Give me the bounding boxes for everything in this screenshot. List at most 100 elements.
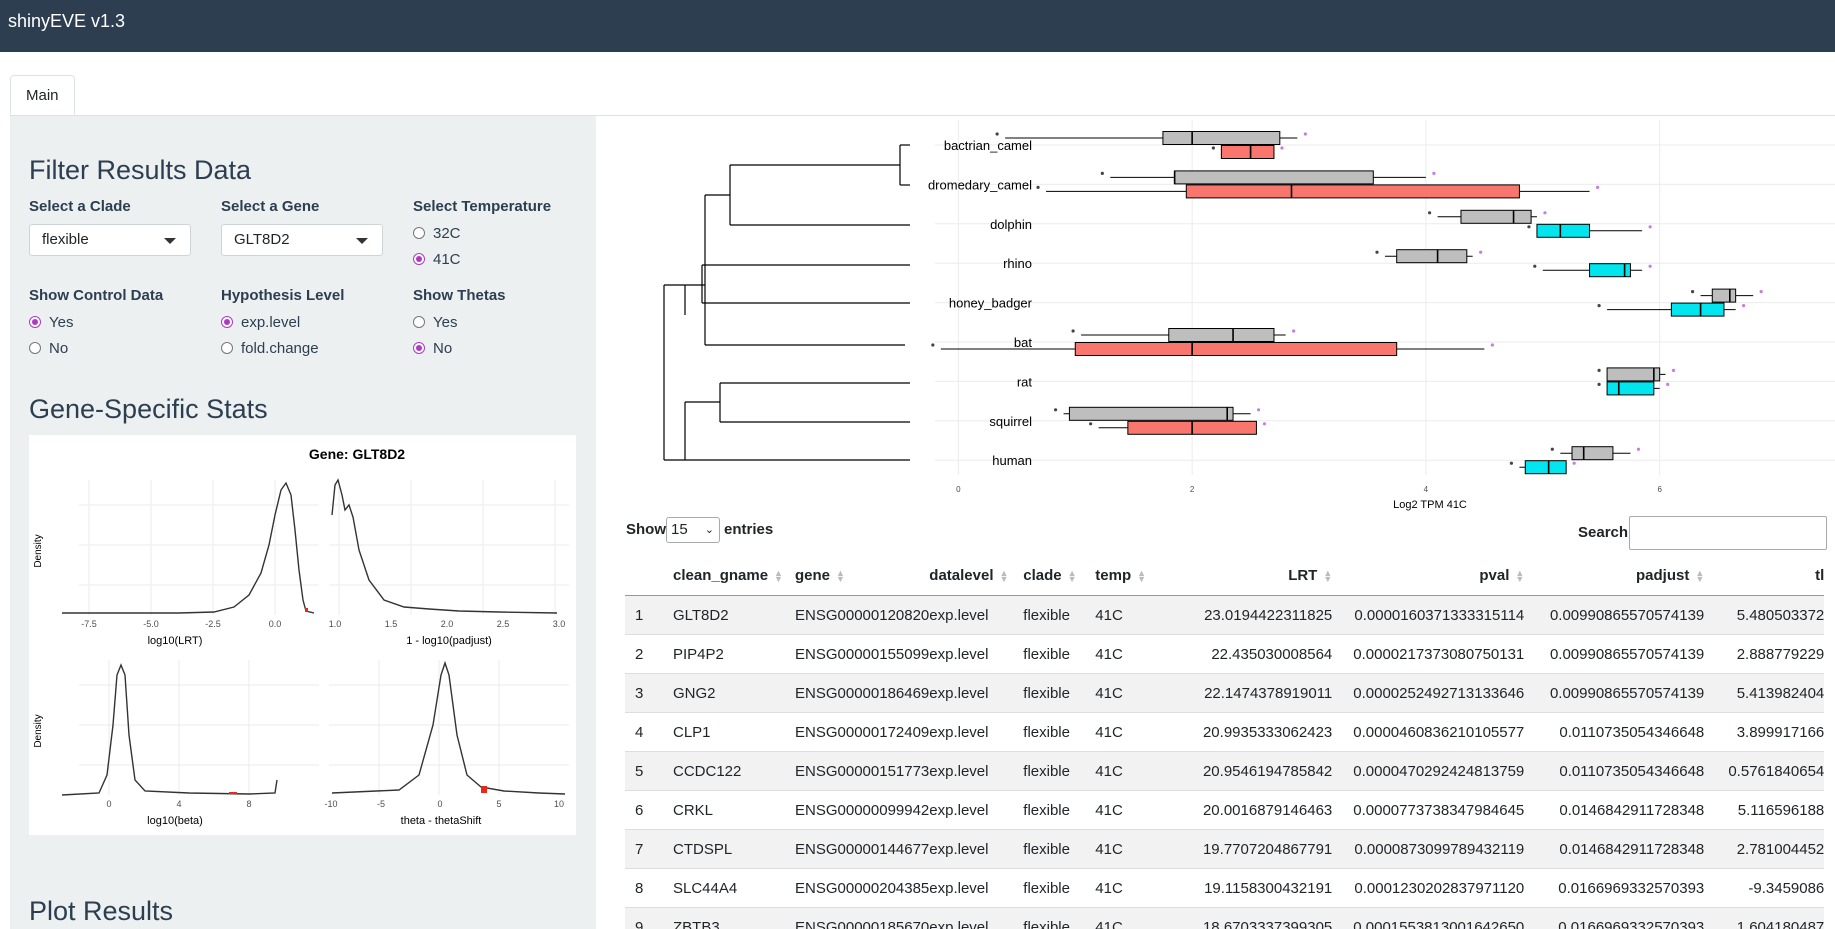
data-point: [1597, 304, 1601, 308]
cell-pval: 0.0000217373080750131: [1332, 634, 1525, 674]
tick-label: 8: [246, 799, 251, 809]
species-label: honey_badger: [949, 296, 1033, 311]
show-label: Show: [626, 521, 666, 538]
entries-select[interactable]: 15 ⌄: [666, 517, 720, 543]
cell-datalevel: exp.level: [929, 595, 1024, 635]
data-point: [1550, 447, 1554, 451]
cell-gene: ENSG00000186469: [795, 673, 930, 713]
cell-gene: ENSG00000204385: [795, 868, 930, 908]
col-header-clean-gname[interactable]: clean_gname ▲ ▼: [673, 556, 795, 596]
tick-label: -5: [377, 799, 385, 809]
col-header-datalevel[interactable]: datalevel ▲ ▼: [929, 556, 1024, 596]
cell-datalevel: exp.level: [929, 907, 1024, 929]
cell-clade: flexible: [1023, 790, 1096, 830]
table-row[interactable]: 6 CRKL ENSG00000099942 exp.level flexible 41C…: [625, 790, 1825, 830]
data-point: [1280, 146, 1284, 150]
tick-label: 10: [554, 799, 564, 809]
radio-selected-icon: [413, 253, 425, 265]
cell-gene: ENSG00000172409: [795, 712, 930, 752]
radio-selected-icon: [413, 342, 425, 354]
cell-lrt: 18.6703337399305: [1167, 907, 1333, 929]
gene-select[interactable]: GLT8D2: [221, 224, 383, 256]
table-row[interactable]: 4 CLP1 ENSG00000172409 exp.level flexible 41C…: [625, 712, 1825, 752]
data-point: [1490, 343, 1494, 347]
radio-icon: [413, 316, 425, 328]
table-row[interactable]: 1 GLT8D2 ENSG00000120820 exp.level flexible 4…: [625, 595, 1825, 635]
tick-label: 2.5: [497, 619, 510, 629]
cell-lrt: 20.0016879146463: [1167, 790, 1333, 830]
data-point: [1572, 461, 1576, 465]
cell-clade: flexible: [1023, 868, 1096, 908]
cell-index: 5: [625, 751, 673, 791]
col-header-tl[interactable]: tl: [1704, 556, 1825, 596]
col-header-lrt[interactable]: LRT ▲ ▼: [1167, 556, 1333, 596]
data-point: [1671, 368, 1676, 372]
cell-datalevel: exp.level: [929, 829, 1024, 869]
table-row[interactable]: 2 PIP4P2 ENSG00000155099 exp.level flexible 4…: [625, 634, 1825, 674]
cell-temp: 41C: [1095, 595, 1168, 635]
search-input[interactable]: [1629, 516, 1827, 550]
data-point: [1432, 171, 1436, 175]
stats-tick-labels: -7.5 -5.0 -2.5 0.0 1.0 1.5 2.0 2.5 3.0 0…: [81, 619, 565, 809]
col-header-temp[interactable]: temp ▲ ▼: [1095, 556, 1168, 596]
tab-main[interactable]: Main: [10, 75, 75, 115]
species-label: squirrel: [989, 414, 1032, 429]
box: [1162, 131, 1281, 145]
lrt-density-curve: [62, 481, 315, 614]
species-label: rhino: [1003, 256, 1032, 271]
data-point: [1509, 461, 1514, 465]
table-row[interactable]: 9 ZBTB3 ENSG00000185670 exp.level flexible 41…: [625, 907, 1825, 929]
x-axis-label: 1 - log10(padjust): [406, 635, 492, 647]
cell-pval: 0.0000773738347984645: [1332, 790, 1525, 830]
cell-temp: 41C: [1095, 868, 1168, 908]
cell-temp: 41C: [1095, 829, 1168, 869]
cell-temp: 41C: [1095, 751, 1168, 791]
cell-gene: ENSG00000155099: [795, 634, 930, 674]
cell-temp: 41C: [1095, 634, 1168, 674]
table-row[interactable]: 5 CCDC122 ENSG00000151773 exp.level flexible…: [625, 751, 1825, 791]
data-point: [931, 343, 935, 347]
cell-index: 6: [625, 790, 673, 830]
control-label: Show Control Data: [29, 287, 164, 304]
cell-padjust: 0.00990865570574139: [1524, 634, 1705, 674]
y-axis-label: Density: [33, 714, 44, 747]
cell-index: 9: [625, 907, 673, 929]
x-tick-label: 4: [1424, 485, 1429, 494]
col-header-pval[interactable]: pval ▲ ▼: [1332, 556, 1525, 596]
table-header: clean_gname ▲ ▼ gene ▲ ▼ datalevel ▲ ▼ clade ▲ ▼…: [625, 556, 1825, 596]
data-point: [1543, 211, 1547, 215]
cell-clean-gname: GLT8D2: [673, 595, 795, 635]
cell-tl: -9.3459086: [1704, 868, 1825, 908]
sort-icon: ▲ ▼: [999, 568, 1009, 585]
x-axis-label: log10(beta): [147, 815, 203, 827]
sort-icon: ▲ ▼: [1515, 568, 1525, 585]
table-row[interactable]: 8 SLC44A4 ENSG00000204385 exp.level flexible…: [625, 868, 1825, 908]
col-header-gene[interactable]: gene ▲ ▼: [795, 556, 930, 596]
data-point: [1742, 304, 1746, 308]
x-tick-label: 0: [956, 485, 961, 494]
density-plots-svg: Gene: GLT8D2 -7.5 -5.0 -2.5 0.0 1.0 1.5 …: [33, 446, 569, 827]
cell-clade: flexible: [1023, 673, 1096, 713]
species-label: bactrian_camel: [944, 138, 1032, 153]
chevron-down-icon: [164, 238, 176, 244]
species-label: dromedary_camel: [928, 177, 1032, 192]
cell-gene: ENSG00000099942: [795, 790, 930, 830]
col-header-index[interactable]: [625, 556, 673, 596]
sort-icon: ▲ ▼: [1323, 568, 1333, 585]
species-label: rat: [1017, 374, 1033, 389]
cell-tl: 2.781004452: [1704, 829, 1825, 869]
cell-padjust: 0.0166969332570393: [1524, 868, 1705, 908]
table-row[interactable]: 3 GNG2 ENSG00000186469 exp.level flexible 41C…: [625, 673, 1825, 713]
col-header-padjust[interactable]: padjust ▲ ▼: [1524, 556, 1705, 596]
results-table: clean_gname ▲ ▼ gene ▲ ▼ datalevel ▲ ▼ clade ▲ ▼…: [625, 556, 1835, 929]
col-header-clade[interactable]: clade ▲ ▼: [1023, 556, 1096, 596]
app-title: shinyEVE v1.3: [8, 11, 126, 31]
table-row[interactable]: 7 CTDSPL ENSG00000144677 exp.level flexible 4…: [625, 829, 1825, 869]
data-point: [1759, 290, 1763, 294]
data-point: [1648, 225, 1652, 229]
data-point: [1595, 185, 1600, 189]
x-axis-label: log10(LRT): [148, 635, 203, 647]
cell-gene: ENSG00000144677: [795, 829, 930, 869]
clade-select[interactable]: flexible: [29, 224, 191, 256]
radio-icon: [413, 227, 425, 239]
